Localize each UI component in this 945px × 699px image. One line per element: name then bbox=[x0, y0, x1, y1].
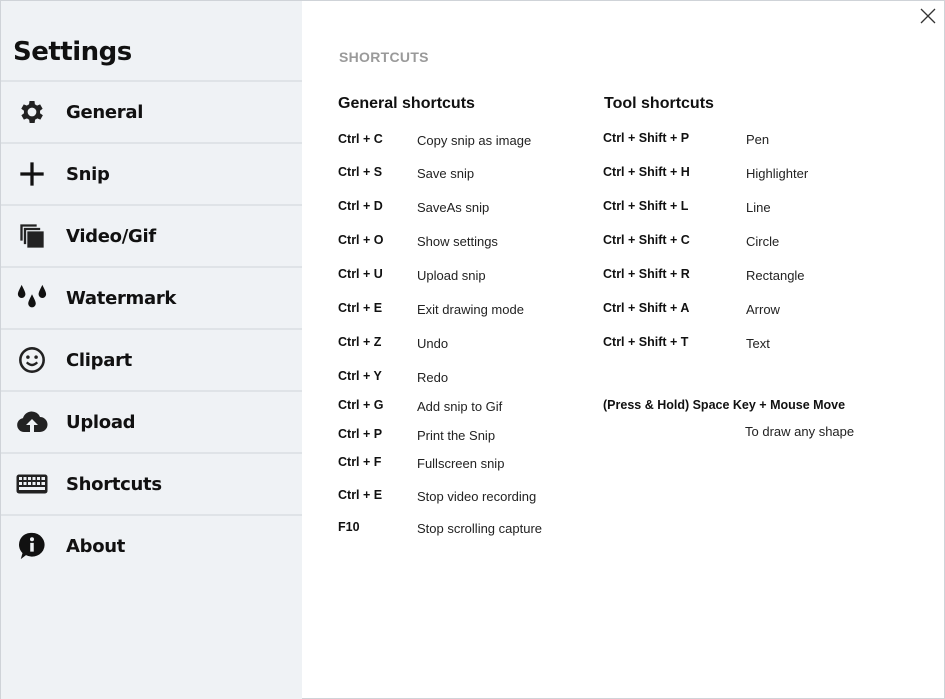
droplets-icon bbox=[16, 282, 48, 314]
general-shortcuts-heading: General shortcuts bbox=[338, 95, 475, 112]
shortcut-action: Copy snip as image bbox=[417, 133, 532, 148]
shortcut-key: Ctrl + O bbox=[338, 233, 384, 247]
sidebar-item-label: Video/Gif bbox=[66, 225, 156, 247]
shortcut-action: Add snip to Gif bbox=[417, 399, 503, 414]
sidebar-item-label: Snip bbox=[66, 163, 110, 185]
shortcut-key: Ctrl + Shift + H bbox=[603, 165, 690, 179]
shortcut-key: Ctrl + Z bbox=[338, 335, 382, 349]
shortcut-action: Stop video recording bbox=[417, 489, 537, 504]
sidebar-item-label: Shortcuts bbox=[66, 473, 162, 495]
sidebar: Settings General Snip Video/Gif Watermar… bbox=[1, 1, 302, 699]
shortcut-action: Upload snip bbox=[417, 268, 486, 283]
shortcut-key: Ctrl + G bbox=[338, 398, 384, 412]
shortcut-action: Arrow bbox=[746, 302, 780, 317]
plus-icon bbox=[16, 158, 48, 190]
sidebar-item-label: About bbox=[66, 535, 126, 557]
sidebar-item-upload[interactable]: Upload bbox=[1, 390, 302, 452]
sidebar-item-general[interactable]: General bbox=[1, 80, 302, 142]
sidebar-item-label: Watermark bbox=[66, 287, 177, 309]
shortcut-action: Save snip bbox=[417, 166, 475, 181]
sidebar-item-snip[interactable]: Snip bbox=[1, 142, 302, 204]
shortcut-action: Pen bbox=[746, 132, 770, 147]
sidebar-nav: General Snip Video/Gif Watermark Clipart… bbox=[1, 80, 302, 576]
keyboard-icon bbox=[16, 468, 48, 500]
sidebar-item-clipart[interactable]: Clipart bbox=[1, 328, 302, 390]
shortcut-key: F10 bbox=[338, 520, 360, 534]
shortcut-action: Text bbox=[746, 336, 770, 351]
shortcut-key: Ctrl + Shift + C bbox=[603, 233, 690, 247]
close-button[interactable] bbox=[918, 6, 938, 26]
shortcut-action: Redo bbox=[417, 370, 449, 385]
shortcut-key: Ctrl + F bbox=[338, 455, 382, 469]
sidebar-item-shortcuts[interactable]: Shortcuts bbox=[1, 452, 302, 514]
shortcut-action: Stop scrolling capture bbox=[417, 521, 543, 536]
shortcut-action: Fullscreen snip bbox=[417, 456, 505, 471]
shortcut-action: Line bbox=[746, 200, 771, 215]
shortcut-key: Ctrl + D bbox=[338, 199, 383, 213]
shortcut-key: Ctrl + E bbox=[338, 488, 383, 502]
shortcut-action: Print the Snip bbox=[417, 428, 496, 443]
sidebar-item-about[interactable]: About bbox=[1, 514, 302, 576]
sidebar-item-label: Upload bbox=[66, 411, 136, 433]
sidebar-item-video-gif[interactable]: Video/Gif bbox=[1, 204, 302, 266]
section-title: SHORTCUTS bbox=[339, 49, 429, 65]
settings-window: Settings General Snip Video/Gif Watermar… bbox=[0, 0, 945, 699]
shortcut-action: SaveAs snip bbox=[417, 200, 490, 215]
shortcut-key: Ctrl + E bbox=[338, 301, 383, 315]
shortcut-key: Ctrl + Shift + T bbox=[603, 335, 689, 349]
shortcut-key: Ctrl + Shift + A bbox=[603, 301, 690, 315]
smiley-icon bbox=[16, 344, 48, 376]
shortcut-key: Ctrl + C bbox=[338, 132, 383, 146]
shortcut-action: Circle bbox=[746, 234, 780, 249]
gear-icon bbox=[16, 96, 48, 128]
sidebar-item-watermark[interactable]: Watermark bbox=[1, 266, 302, 328]
sidebar-title: Settings bbox=[13, 37, 132, 67]
special-shortcut-action: To draw any shape bbox=[745, 424, 855, 439]
info-bubble-icon bbox=[16, 530, 48, 562]
sidebar-item-label: General bbox=[66, 101, 144, 123]
shortcut-action: Highlighter bbox=[746, 166, 809, 181]
cloud-upload-icon bbox=[16, 406, 48, 438]
shortcut-key: Ctrl + Y bbox=[338, 369, 382, 383]
shortcut-action: Rectangle bbox=[746, 268, 805, 283]
shortcut-key: Ctrl + S bbox=[338, 165, 383, 179]
shortcut-key: Ctrl + U bbox=[338, 267, 383, 281]
shortcut-action: Undo bbox=[417, 336, 449, 351]
shortcut-key: Ctrl + Shift + L bbox=[603, 199, 689, 213]
tool-shortcuts-heading: Tool shortcuts bbox=[604, 95, 714, 112]
close-icon bbox=[920, 8, 936, 24]
sidebar-item-label: Clipart bbox=[66, 349, 132, 371]
shortcut-action: Show settings bbox=[417, 234, 498, 249]
stacked-squares-icon bbox=[16, 220, 48, 252]
shortcut-action: Exit drawing mode bbox=[417, 302, 524, 317]
shortcut-key: Ctrl + P bbox=[338, 427, 383, 441]
shortcut-key: Ctrl + Shift + R bbox=[603, 267, 690, 281]
special-shortcut-key: (Press & Hold) Space Key + Mouse Move bbox=[603, 398, 846, 412]
shortcut-key: Ctrl + Shift + P bbox=[603, 131, 690, 145]
